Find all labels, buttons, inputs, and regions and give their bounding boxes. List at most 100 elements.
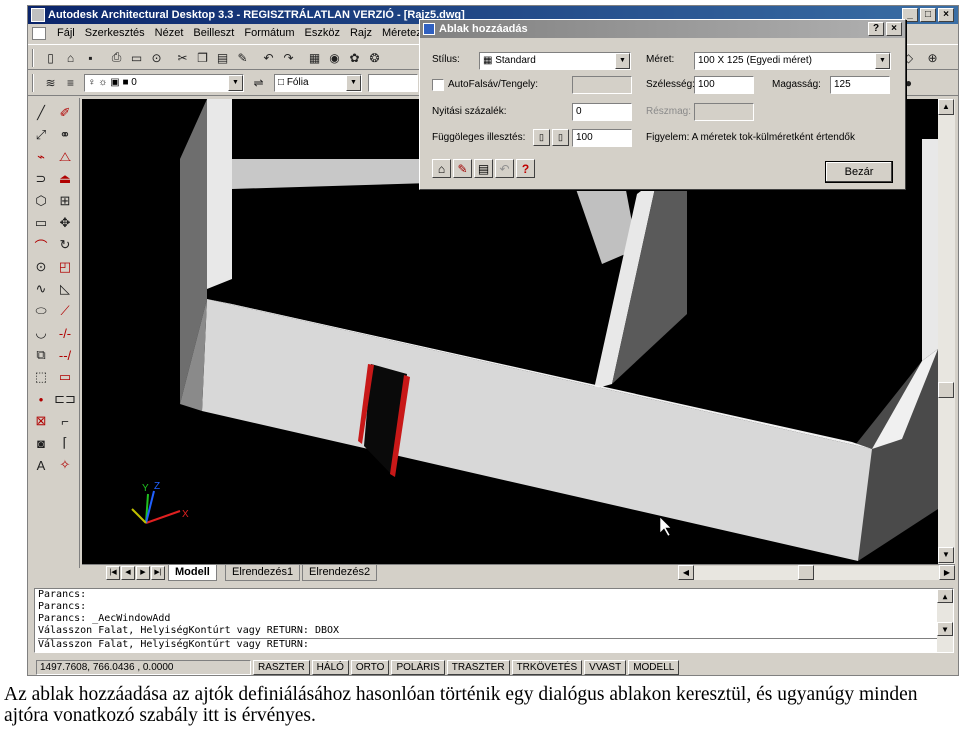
point-icon[interactable]: • [32,390,50,408]
redo-icon[interactable]: ↷ [280,49,297,66]
align-sill-icon[interactable]: ▯ [552,129,569,146]
scroll-right-icon[interactable]: ▶ [939,565,955,580]
otrack-toggle[interactable]: TRKÖVETÉS [511,660,583,675]
snap-toggle[interactable]: RASZTER [253,660,310,675]
explode-icon[interactable]: ✧ [56,456,74,474]
style-select[interactable]: ▦ Standard ▼ [479,52,631,70]
close-button[interactable]: × [938,8,954,22]
layer-previous-icon[interactable]: ≡ [62,74,79,91]
horizontal-scrollbar[interactable]: ◀ ▶ [678,565,955,580]
rotate-icon[interactable]: ↻ [56,236,74,254]
cut-icon[interactable]: ✂ [174,49,191,66]
menu-file[interactable]: Fájl [52,27,80,39]
menu-tools[interactable]: Eszköz [300,27,345,39]
new-file-icon[interactable]: ▯ [42,49,59,66]
layer-select[interactable]: ♀ ☼ ▣ ■ 0 ▼ [84,74,244,92]
multiline-text-icon[interactable]: A [32,456,50,474]
command-scrollbar[interactable]: ▲ ▼ [937,589,953,652]
scroll-up-icon[interactable]: ▲ [938,99,954,115]
find-icon[interactable]: ⊙ [148,49,165,66]
menu-draw[interactable]: Rajz [345,27,377,39]
dialog-close-button[interactable]: × [886,22,902,36]
extend-icon[interactable]: --/ [56,346,74,364]
fillet-icon[interactable]: ⌈ [56,434,74,452]
command-prompt[interactable]: Válasszon Falat, HelyiségKontúrt vagy RE… [38,639,953,651]
offset-icon[interactable]: ⏏ [56,170,74,188]
next-tab-icon[interactable]: ▶ [136,566,150,580]
lineweight-toggle[interactable]: VVAST [584,660,627,675]
properties-icon[interactable]: ▤ [474,159,493,178]
maximize-button[interactable]: □ [920,8,936,22]
close-dialog-button[interactable]: Bezár [825,161,893,183]
tab-model[interactable]: Modell [168,565,217,581]
ellipse-icon[interactable]: ⬭ [32,302,50,320]
erase-icon[interactable]: ✐ [56,104,74,122]
hatch-icon[interactable]: ⊠ [32,412,50,430]
height-field[interactable]: 125 [830,76,890,94]
launch-browser-icon[interactable]: ▦ [306,49,323,66]
match-properties-icon[interactable]: ✎ [234,49,251,66]
spline-icon[interactable]: ∿ [32,280,50,298]
first-tab-icon[interactable]: |◀ [106,566,120,580]
last-tab-icon[interactable]: ▶| [151,566,165,580]
internet-icon[interactable]: ◉ [326,49,343,66]
scroll-up-icon[interactable]: ▲ [937,589,953,603]
polar-toggle[interactable]: POLÁRIS [391,660,445,675]
color-select[interactable]: □ Fólia ▼ [274,74,362,92]
model-toggle[interactable]: MODELL [628,660,680,675]
osnap-toggle[interactable]: TRASZTER [446,660,510,675]
circle-icon[interactable]: ⊙ [32,258,50,276]
save-icon[interactable]: ▪ [82,49,99,66]
paste-icon[interactable]: ▤ [214,49,231,66]
menu-insert[interactable]: Beilleszt [188,27,239,39]
width-field[interactable]: 100 [694,76,754,94]
menu-format[interactable]: Formátum [239,27,299,39]
break-icon[interactable]: ▭ [56,368,74,386]
tab-layout1[interactable]: Elrendezés1 [225,565,301,581]
region-icon[interactable]: ◙ [32,434,50,452]
array-icon[interactable]: ⊞ [56,192,74,210]
print-icon[interactable]: ⎙ [108,49,125,66]
ellipse-arc-icon[interactable]: ◡ [32,324,50,342]
prev-tab-icon[interactable]: ◀ [121,566,135,580]
grid-toggle[interactable]: HÁLÓ [311,660,349,675]
rectangle-icon[interactable]: ▭ [32,214,50,232]
vertical-scroll-thumb[interactable] [938,382,954,398]
make-block-icon[interactable]: ⬚ [32,368,50,386]
autowall-checkbox[interactable] [432,79,444,91]
align-head-icon[interactable]: ▯ [533,129,550,146]
floating-viewer-icon[interactable]: ⌂ [432,159,451,178]
menu-edit[interactable]: Szerkesztés [80,27,150,39]
help-button[interactable]: ? [868,22,884,36]
scroll-down-icon[interactable]: ▼ [937,622,953,636]
aerial-view-icon[interactable]: ✿ [346,49,363,66]
scale-icon[interactable]: ◰ [56,258,74,276]
construction-line-icon[interactable]: ⤢ [32,126,50,144]
break-at-point-icon[interactable]: ⊏⊐ [54,390,76,408]
insert-block-icon[interactable]: ⧉ [32,346,50,364]
mirror-icon[interactable]: ⧍ [56,148,74,166]
layer-manager-icon[interactable]: ≋ [42,74,59,91]
make-object-layer-current-icon[interactable]: ⇌ [250,74,267,91]
command-window[interactable]: Parancs: Parancs: Parancs: _AecWindowAdd… [34,588,954,653]
open-folder-icon[interactable]: ⌂ [62,49,79,66]
copy-object-icon[interactable]: ⚭ [56,126,74,144]
match-icon[interactable]: ✎ [453,159,472,178]
print-preview-icon[interactable]: ▭ [128,49,145,66]
size-select[interactable]: 100 X 125 (Egyedi méret) ▼ [694,52,891,70]
arc-icon[interactable]: ⌒ [32,236,50,254]
line-icon[interactable]: ╱ [32,104,50,122]
vertical-scrollbar[interactable]: ▲ ▼ [938,99,955,564]
horizontal-scroll-thumb[interactable] [798,565,814,580]
scroll-down-icon[interactable]: ▼ [938,547,954,563]
linetype-select[interactable] [368,74,418,92]
scroll-left-icon[interactable]: ◀ [678,565,694,580]
menu-view[interactable]: Nézet [150,27,189,39]
copy-icon[interactable]: ❐ [194,49,211,66]
move-icon[interactable]: ✥ [56,214,74,232]
polygon-icon[interactable]: ⊃ [32,170,50,188]
undo-icon[interactable]: ↶ [260,49,277,66]
stretch-icon[interactable]: ◺ [56,280,74,298]
hexagon-icon[interactable]: ⬡ [32,192,50,210]
render-icon[interactable]: ❂ [366,49,383,66]
